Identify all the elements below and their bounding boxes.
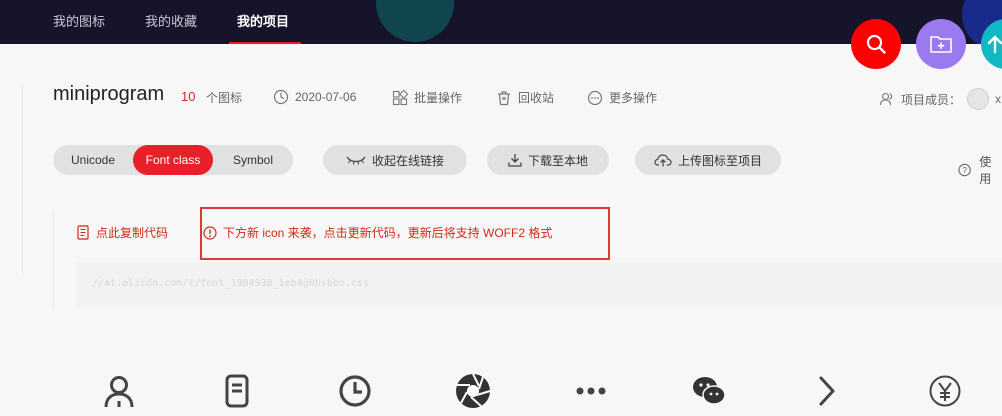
warning-icon [203,225,217,240]
users-icon [879,92,893,106]
more-dots-icon[interactable] [573,373,609,409]
nav-active-indicator [229,42,301,44]
trash-icon [498,90,510,105]
css-link-code[interactable]: //at.alicdn.com/t/font_1984938_1eb4g0bsb… [92,278,369,289]
batch-operation-label: 批量操作 [414,91,463,105]
divider [53,212,54,308]
collapse-online-link-button[interactable]: 收起在线链接 [323,145,467,175]
more-operations-label: 更多操作 [609,91,658,105]
add-folder-button[interactable] [916,19,966,69]
update-notice-text: 下方新 icon 来袭，点击更新代码，更新后将支持 WOFF2 格式 [223,226,553,240]
copy-code-button[interactable]: 点此复制代码 [76,224,168,241]
nav-item-my-projects[interactable]: 我的项目 [237,11,289,30]
batch-operation-button[interactable]: 批量操作 [392,89,462,106]
folder-add-icon [930,36,952,53]
wechat-icon[interactable] [691,373,727,409]
clock-icon [273,89,289,105]
help-icon: ? [958,163,971,177]
recycle-bin-button[interactable]: 回收站 [496,89,554,106]
document-icon [77,225,89,240]
collapse-online-link-label: 收起在线链接 [371,153,444,168]
member-initial: x [995,92,1002,106]
chevron-right-icon[interactable] [809,373,845,409]
upload-icons-label: 上传图标至项目 [677,153,762,168]
icon-count: 10 [181,89,196,104]
download-local-label: 下载至本地 [527,153,588,168]
nav-item-my-favorites[interactable]: 我的收藏 [145,11,197,30]
grid-icon [392,89,408,105]
format-tabs: Unicode Font class Symbol [53,145,293,175]
eye-closed-icon [346,156,366,165]
tab-symbol[interactable]: Symbol [213,145,293,175]
yen-icon[interactable] [927,373,963,409]
avatar[interactable] [967,88,990,110]
download-local-button[interactable]: 下载至本地 [487,145,609,175]
search-button[interactable] [851,19,901,69]
clock-icon[interactable] [337,373,373,409]
project-date: 2020-07-06 [273,89,356,105]
more-icon [587,90,603,105]
recycle-bin-label: 回收站 [518,91,555,105]
download-icon [508,154,522,167]
tab-unicode[interactable]: Unicode [53,145,133,175]
project-title: miniprogram [53,83,165,105]
usage-help-link[interactable]: ? 使用 [958,153,1002,187]
update-notice[interactable]: 下方新 icon 来袭，点击更新代码，更新后将支持 WOFF2 格式 [203,224,552,241]
nav-item-my-icons[interactable]: 我的图标 [53,11,105,30]
icon-count-label: 个图标 [206,91,243,105]
search-icon [866,34,886,54]
project-date-text: 2020-07-06 [295,90,357,104]
usage-help-label: 使用 [979,155,992,186]
svg-text:?: ? [962,165,967,175]
user-icon[interactable] [101,373,137,409]
nav-decoration [376,0,454,42]
project-members-label: 项目成员： [901,92,962,107]
phone-icon[interactable] [219,373,255,409]
arrow-up-icon [987,35,1002,54]
more-operations-button[interactable]: 更多操作 [587,89,657,106]
upload-icons-button[interactable]: 上传图标至项目 [635,145,781,175]
copy-code-label: 点此复制代码 [96,226,169,240]
divider [22,84,23,274]
aperture-icon[interactable] [455,373,491,409]
project-members[interactable]: 项目成员： x [879,88,1001,110]
cloud-upload-icon [654,154,672,167]
tab-font-class[interactable]: Font class [133,145,213,175]
